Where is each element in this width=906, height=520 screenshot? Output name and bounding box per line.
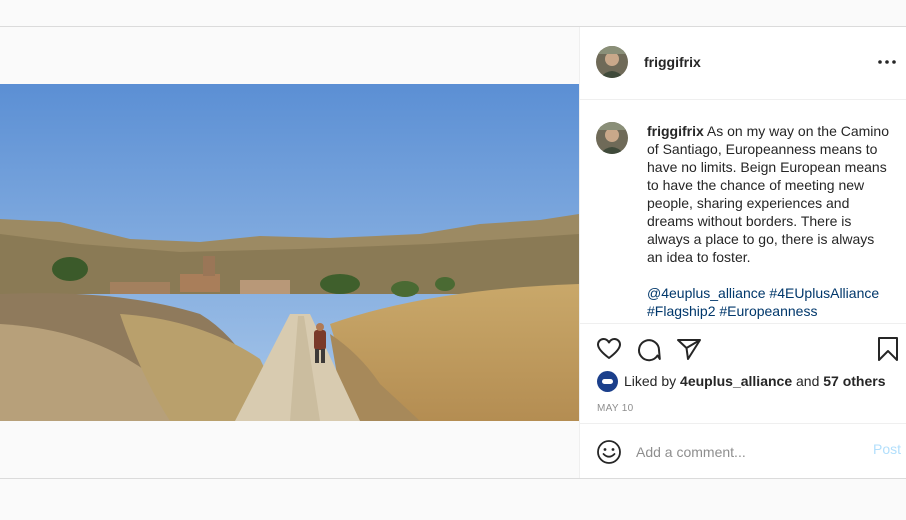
- caption-avatar[interactable]: [596, 122, 628, 154]
- post-header: friggifrix: [580, 27, 906, 100]
- post-sidebar: friggifrix friggifrix As on my way on th…: [579, 27, 906, 478]
- add-comment-bar: Post: [580, 423, 906, 479]
- header-username[interactable]: friggifrix: [644, 54, 701, 70]
- top-strip: [0, 0, 906, 27]
- heart-icon[interactable]: [596, 336, 622, 362]
- comment-icon[interactable]: [636, 336, 662, 362]
- liked-by-others[interactable]: 57 others: [823, 373, 885, 389]
- more-horizontal-icon[interactable]: [877, 54, 897, 70]
- post-comment-button[interactable]: Post: [873, 441, 901, 457]
- share-icon[interactable]: [676, 336, 702, 362]
- likes-summary: Liked by 4euplus_alliance and 57 others: [597, 370, 886, 392]
- caption-hashtags[interactable]: @4euplus_alliance #4EUplusAlliance #Flag…: [647, 284, 893, 320]
- post-media: [0, 27, 579, 478]
- post-photo[interactable]: [0, 84, 579, 421]
- bookmark-icon[interactable]: [875, 336, 901, 362]
- liked-by-prefix: Liked by: [624, 373, 677, 389]
- caption-username[interactable]: friggifrix: [647, 123, 704, 139]
- post-container: friggifrix friggifrix As on my way on th…: [0, 27, 906, 479]
- caption: friggifrix As on my way on the Camino of…: [647, 122, 893, 320]
- caption-area: friggifrix As on my way on the Camino of…: [580, 100, 906, 322]
- comment-input[interactable]: [636, 442, 836, 462]
- liked-by-and: and: [796, 373, 820, 389]
- caption-text: As on my way on the Camino of Santiago, …: [647, 123, 889, 265]
- liked-by-user[interactable]: 4euplus_alliance: [680, 373, 792, 389]
- post-date[interactable]: MAY 10: [597, 403, 633, 414]
- user-avatar[interactable]: [596, 46, 628, 78]
- liker-avatar[interactable]: [597, 370, 618, 392]
- emoji-icon[interactable]: [596, 439, 622, 465]
